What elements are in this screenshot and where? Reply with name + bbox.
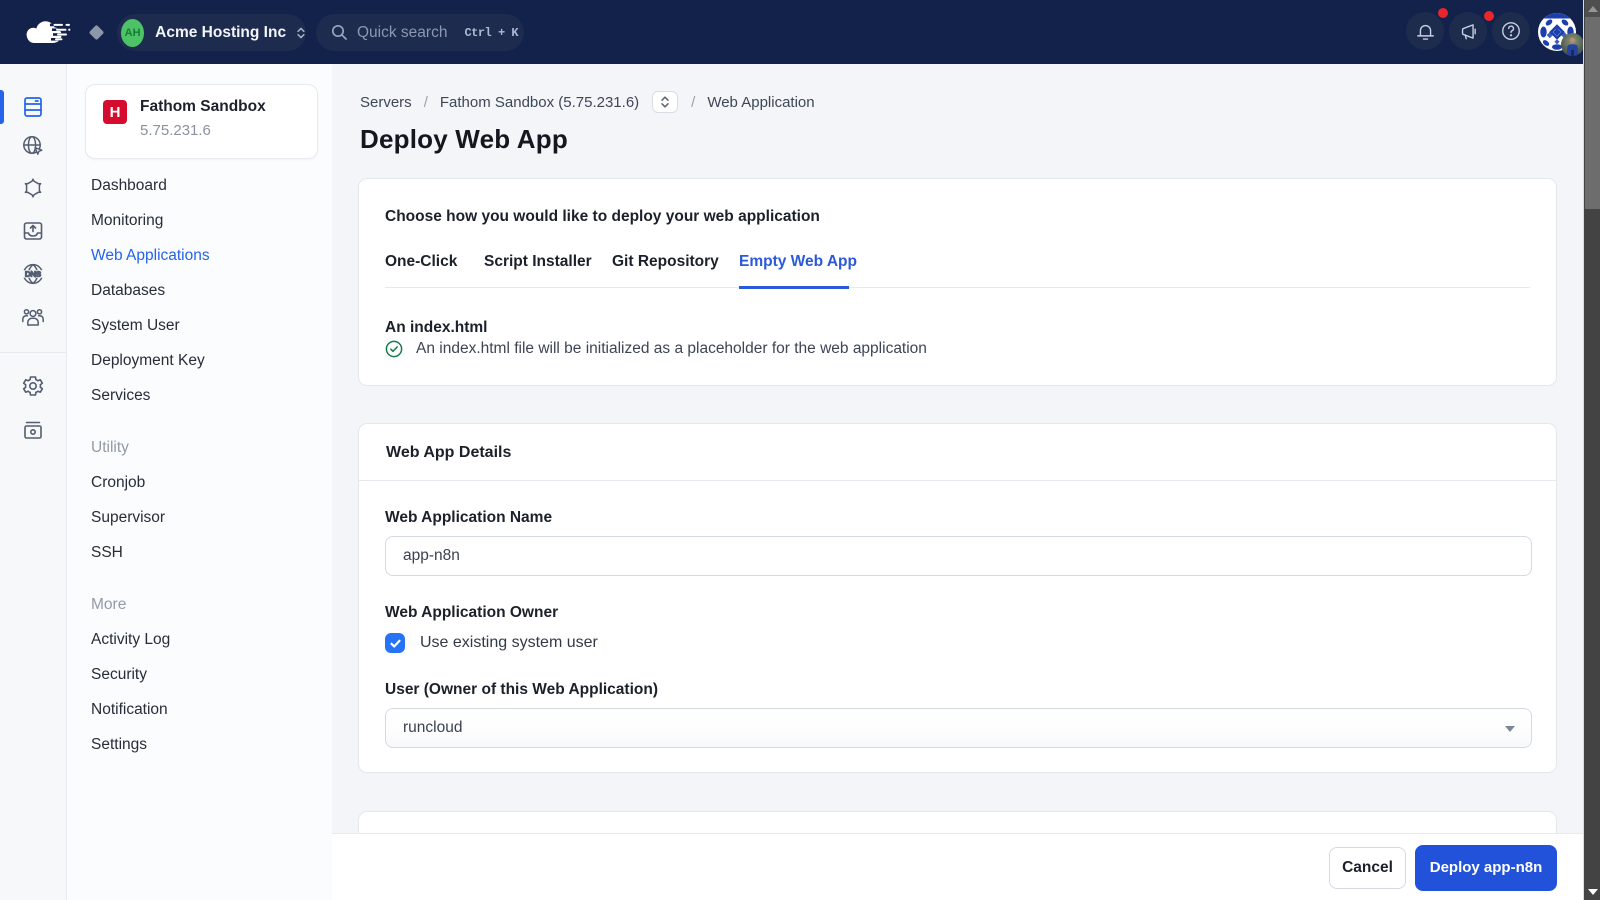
svg-text:DNS: DNS (25, 269, 41, 278)
